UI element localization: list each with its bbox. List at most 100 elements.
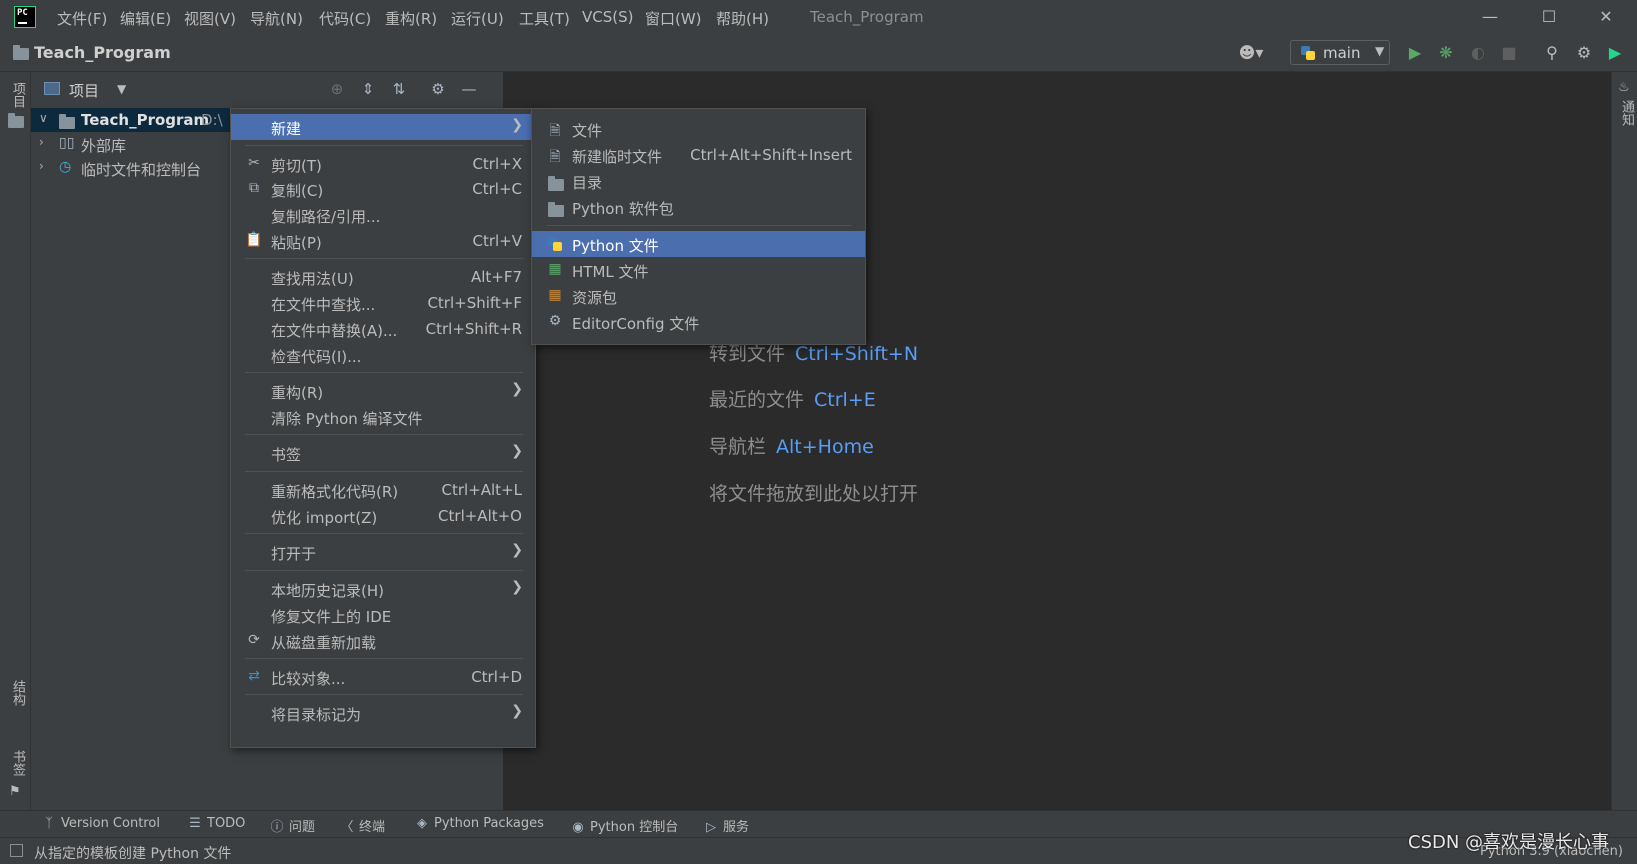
tool-problems[interactable]: ⓘ 问题 <box>270 816 315 835</box>
collapse-all-icon[interactable]: ⇅ <box>390 80 408 98</box>
context-menu: 新建 ❯ ✂ 剪切(T) Ctrl+X ⧉ 复制(C) Ctrl+C 复制路径/引用.… <box>230 108 536 748</box>
menu-window[interactable]: 窗口(W) <box>645 8 702 29</box>
submenu-item-scratch-file[interactable]: 🗎 新建临时文件 Ctrl+Alt+Shift+Insert <box>532 142 865 168</box>
title-bar: PC 文件(F) 编辑(E) 视图(V) 导航(N) 代码(C) 重构(R) 运… <box>0 0 1637 35</box>
gear-icon[interactable]: ⚙ <box>429 80 447 98</box>
account-icon[interactable]: ☻▾ <box>1234 44 1268 62</box>
menu-item-replace-in-files[interactable]: 在文件中替换(A)... Ctrl+Shift+R <box>231 316 535 342</box>
debug-icon[interactable]: ❋ <box>1437 44 1455 62</box>
copy-icon: ⧉ <box>249 180 259 196</box>
clipboard-icon: 📋 <box>245 232 263 248</box>
chevron-right-icon[interactable]: › <box>39 159 44 173</box>
chevron-down-icon: ▼ <box>1375 44 1385 58</box>
menu-item-repair-ide[interactable]: 修复文件上的 IDE <box>231 602 535 628</box>
structure-tool-tab[interactable]: 结构 <box>8 680 27 706</box>
menu-item-local-history[interactable]: 本地历史记录(H) ❯ <box>231 576 535 602</box>
menu-item-clean-python-compiled[interactable]: 清除 Python 编译文件 <box>231 404 535 430</box>
chevron-right-icon[interactable]: › <box>39 135 44 149</box>
menu-item-new[interactable]: 新建 ❯ <box>231 114 535 140</box>
menu-item-reload-from-disk[interactable]: ⟳ 从磁盘重新加载 <box>231 628 535 654</box>
menu-item-reformat-code[interactable]: 重新格式化代码(R) Ctrl+Alt+L <box>231 477 535 503</box>
menu-item-bookmarks[interactable]: 书签 ❯ <box>231 440 535 466</box>
breadcrumb-project[interactable]: Teach_Program <box>34 43 171 62</box>
problems-icon: ⓘ <box>270 820 284 835</box>
submenu-item-html-file[interactable]: ▦ HTML 文件 <box>532 257 865 283</box>
project-panel-title[interactable]: 项目 <box>69 80 99 101</box>
folder-icon <box>13 45 29 60</box>
tool-terminal[interactable]: 〈 终端 <box>340 816 385 835</box>
window-title: Teach_Program <box>810 8 924 26</box>
tool-version-control[interactable]: ᛉ Version Control <box>42 816 160 831</box>
close-icon[interactable]: ✕ <box>1586 4 1626 30</box>
new-submenu: 🗎 文件 🗎 新建临时文件 Ctrl+Alt+Shift+Insert 目录 Py… <box>531 108 866 345</box>
menu-item-inspect-code[interactable]: 检查代码(I)... <box>231 342 535 368</box>
menu-item-copy-path[interactable]: 复制路径/引用... <box>231 202 535 228</box>
expand-all-icon[interactable]: ⇕ <box>359 80 377 98</box>
project-tool-tab[interactable]: 项目 <box>8 82 27 108</box>
menu-item-cut[interactable]: ✂ 剪切(T) Ctrl+X <box>231 151 535 177</box>
tool-python-console[interactable]: ◉ Python 控制台 <box>571 816 678 835</box>
menu-code[interactable]: 代码(C) <box>319 8 371 29</box>
branch-icon: ᛉ <box>45 816 53 831</box>
menu-run[interactable]: 运行(U) <box>451 8 504 29</box>
list-icon: ☰ <box>189 816 201 831</box>
menu-item-find-usages[interactable]: 查找用法(U) Alt+F7 <box>231 264 535 290</box>
chevron-down-icon[interactable]: ▼ <box>117 82 126 96</box>
compare-icon: ⇄ <box>248 668 260 684</box>
minimize-icon[interactable]: — <box>1470 4 1510 30</box>
status-bar: 从指定的模板创建 Python 文件 Python 3.9 (xiaochen) <box>0 837 1637 864</box>
bell-icon[interactable]: ♨ <box>1618 80 1630 95</box>
menu-navigate[interactable]: 导航(N) <box>250 8 303 29</box>
package-icon <box>548 202 564 217</box>
menu-item-copy[interactable]: ⧉ 复制(C) Ctrl+C <box>231 176 535 202</box>
bookmarks-tool-tab[interactable]: 书签 <box>8 750 27 776</box>
submenu-item-directory[interactable]: 目录 <box>532 168 865 194</box>
run-configuration-selector[interactable]: main ▼ <box>1290 40 1390 65</box>
tree-item-label: 外部库 <box>81 137 127 155</box>
tool-python-packages[interactable]: ◈ Python Packages <box>415 816 544 831</box>
stop-icon[interactable]: ■ <box>1500 44 1518 62</box>
chevron-right-icon: ❯ <box>511 703 523 719</box>
menu-item-mark-directory-as[interactable]: 将目录标记为 ❯ <box>231 700 535 726</box>
coverage-icon[interactable]: ◐ <box>1469 44 1487 62</box>
submenu-item-editorconfig-file[interactable]: ⚙ EditorConfig 文件 <box>532 309 865 335</box>
navigation-bar: Teach_Program ☻▾ main ▼ ▶ ❋ ◐ ■ ⚲ ⚙ ▶ <box>0 35 1637 72</box>
menu-vcs[interactable]: VCS(S) <box>582 8 633 26</box>
chevron-down-icon[interactable]: ∨ <box>39 111 48 125</box>
maximize-icon[interactable]: ☐ <box>1529 4 1569 30</box>
menu-item-refactor[interactable]: 重构(R) ❯ <box>231 378 535 404</box>
hide-panel-icon[interactable]: — <box>460 80 478 98</box>
tool-services[interactable]: ▷ 服务 <box>704 816 749 835</box>
tool-todo[interactable]: ☰ TODO <box>188 816 245 831</box>
refresh-icon: ⟳ <box>248 632 260 648</box>
file-icon: 🗎 <box>549 123 561 139</box>
code-with-me-icon[interactable]: ▶ <box>1606 44 1624 62</box>
menu-item-find-in-files[interactable]: 在文件中查找... Ctrl+Shift+F <box>231 290 535 316</box>
submenu-item-python-file[interactable]: Python 文件 <box>532 231 865 257</box>
scratch-icon: ◷ <box>59 159 72 175</box>
notifications-tool-tab[interactable]: 通知 <box>1617 100 1636 126</box>
gear-icon[interactable]: ⚙ <box>1575 44 1593 62</box>
menu-item-optimize-imports[interactable]: 优化 import(Z) Ctrl+Alt+O <box>231 503 535 529</box>
folder-icon <box>548 176 564 191</box>
menu-help[interactable]: 帮助(H) <box>716 8 769 29</box>
menu-edit[interactable]: 编辑(E) <box>120 8 171 29</box>
hint-navigation-bar: 导航栏 Alt+Home <box>709 436 874 458</box>
search-icon[interactable]: ⚲ <box>1543 44 1561 62</box>
submenu-item-file[interactable]: 🗎 文件 <box>532 116 865 142</box>
run-icon[interactable]: ▶ <box>1406 44 1424 62</box>
folder-icon <box>59 114 75 129</box>
menu-file[interactable]: 文件(F) <box>57 8 107 29</box>
submenu-item-python-package[interactable]: Python 软件包 <box>532 194 865 220</box>
menu-item-compare-with[interactable]: ⇄ 比较对象... Ctrl+D <box>231 664 535 690</box>
menu-item-paste[interactable]: 📋 粘贴(P) Ctrl+V <box>231 228 535 254</box>
menu-item-open-in[interactable]: 打开于 ❯ <box>231 539 535 565</box>
menu-tools[interactable]: 工具(T) <box>519 8 570 29</box>
menu-view[interactable]: 视图(V) <box>184 8 236 29</box>
submenu-item-resource-bundle[interactable]: ▦ 资源包 <box>532 283 865 309</box>
hint-drop-files: 将文件拖放到此处以打开 <box>709 483 919 505</box>
locate-icon[interactable]: ⊕ <box>328 80 346 98</box>
chevron-right-icon: ❯ <box>511 579 523 595</box>
toggle-tool-windows-icon[interactable] <box>10 844 23 857</box>
menu-refactor[interactable]: 重构(R) <box>385 8 437 29</box>
